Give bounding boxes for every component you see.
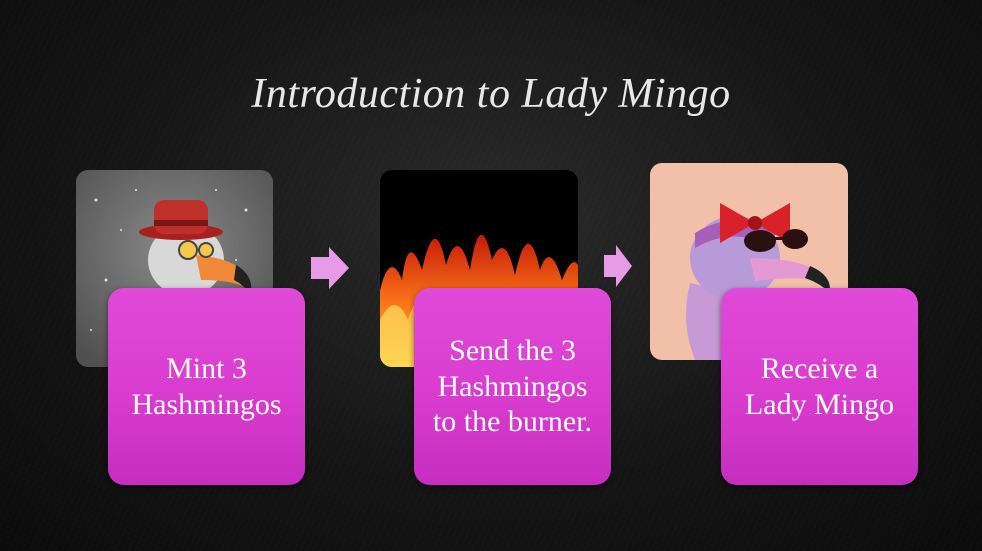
step-label: Mint 3 Hashmingos (131, 352, 282, 421)
step-label: Receive a Lady Mingo (744, 352, 895, 421)
step-box-mint: Mint 3 Hashmingos (108, 288, 305, 485)
arrow-right-icon (604, 245, 632, 287)
step-box-send: Send the 3 Hashmingos to the burner. (414, 288, 611, 485)
arrow-right-icon (311, 247, 349, 289)
step-label: Send the 3 Hashmingos to the burner. (432, 334, 593, 439)
slide-title: Introduction to Lady Mingo (251, 71, 731, 117)
step-box-receive: Receive a Lady Mingo (721, 288, 918, 485)
